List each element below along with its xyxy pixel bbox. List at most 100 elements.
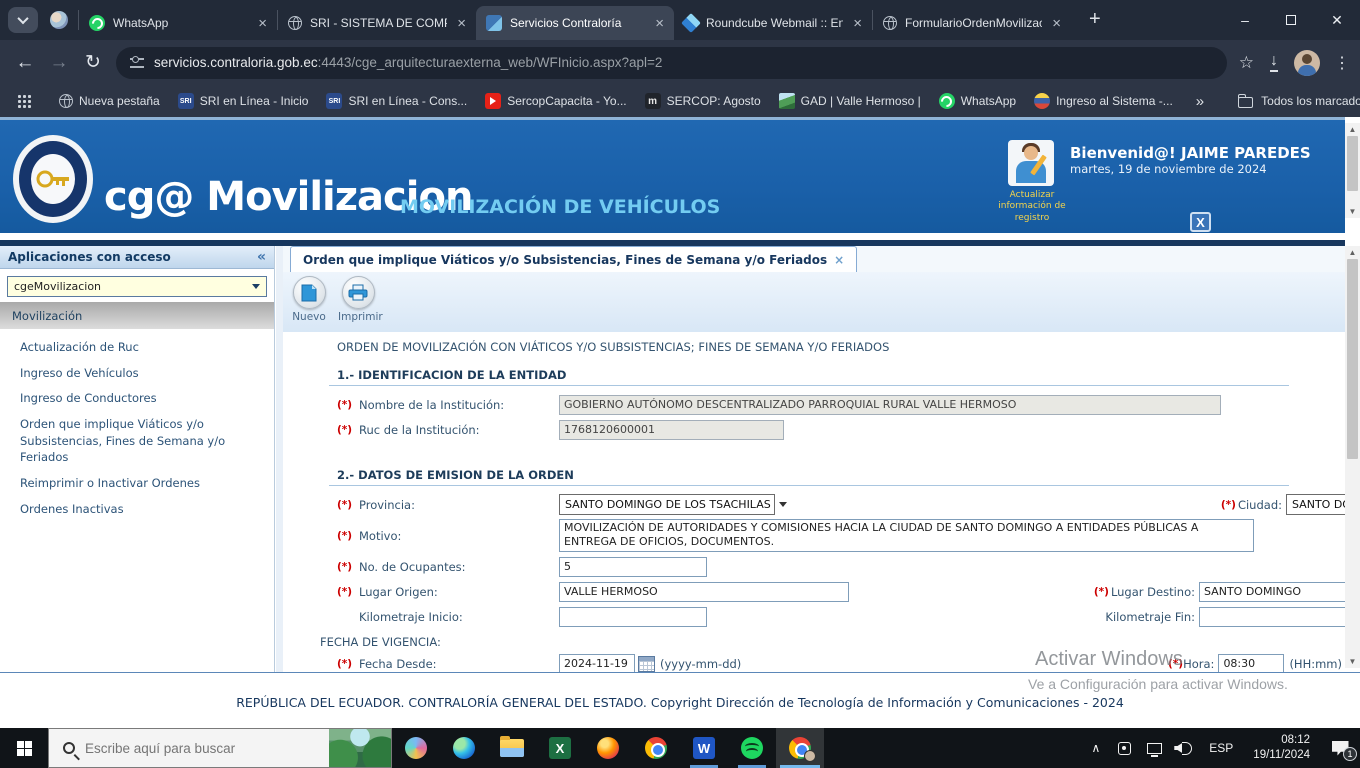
sidebar-collapse-icon[interactable]: « bbox=[257, 249, 266, 265]
content-scrollbar[interactable]: ▲ ▼ bbox=[1345, 246, 1360, 668]
taskbar-spotify-button[interactable] bbox=[728, 728, 776, 768]
taskbar-clock[interactable]: 08:12 19/11/2024 bbox=[1243, 733, 1320, 763]
sidebar-item-reimprimir-ordenes[interactable]: Reimprimir o Inactivar Ordenes bbox=[20, 475, 262, 492]
bookmark-sri-consultas[interactable]: SRI SRI en Línea - Cons... bbox=[326, 93, 467, 109]
taskbar-explorer-button[interactable] bbox=[488, 728, 536, 768]
address-bar[interactable]: servicios.contraloria.gob.ec :4443/cge_a… bbox=[116, 46, 1227, 79]
taskbar-excel-button[interactable]: X bbox=[536, 728, 584, 768]
site-info-icon[interactable] bbox=[130, 55, 144, 68]
row-motivo: (*) Motivo: MOVILIZACIÓN DE AUTORIDADES … bbox=[337, 519, 1337, 552]
window-close-button[interactable]: ✕ bbox=[1314, 0, 1360, 40]
tab-search-button[interactable] bbox=[8, 7, 38, 33]
browser-menu-icon[interactable]: ⋮ bbox=[1334, 53, 1350, 73]
nuevo-button[interactable]: Nuevo bbox=[289, 276, 329, 323]
tray-expand-chevron[interactable]: ∧ bbox=[1082, 741, 1109, 755]
tab-formulario[interactable]: FormularioOrdenMovilizac × bbox=[873, 6, 1071, 40]
application-select-value: cgeMovilizacion bbox=[14, 280, 102, 293]
ocupantes-input[interactable] bbox=[559, 556, 707, 577]
scroll-down-icon[interactable]: ▼ bbox=[1349, 655, 1357, 668]
taskbar-chrome-button[interactable] bbox=[632, 728, 680, 768]
taskbar-firefox-button[interactable] bbox=[584, 728, 632, 768]
tab-close-icon[interactable]: × bbox=[653, 16, 666, 31]
content-tab-close-icon[interactable]: × bbox=[834, 253, 844, 267]
required-marker: (*) bbox=[337, 498, 353, 511]
application-select[interactable]: cgeMovilizacion bbox=[7, 276, 267, 297]
imprimir-button[interactable]: Imprimir bbox=[338, 276, 383, 323]
taskbar-search-input[interactable] bbox=[85, 740, 295, 756]
tab-close-icon[interactable]: × bbox=[256, 16, 269, 31]
bookmark-sri-inicio[interactable]: SRI SRI en Línea - Inicio bbox=[177, 93, 308, 109]
km-inicio-input[interactable] bbox=[559, 606, 707, 627]
sidebar-item-ingreso-conductores[interactable]: Ingreso de Conductores bbox=[20, 390, 262, 407]
volume-icon[interactable] bbox=[1169, 728, 1199, 768]
bookmark-nueva-pestana[interactable]: Nueva pestaña bbox=[59, 94, 160, 108]
scroll-down-icon[interactable]: ▼ bbox=[1349, 205, 1357, 218]
provincia-select[interactable]: SANTO DOMINGO DE LOS TSACHILAS bbox=[559, 494, 787, 515]
header-scrollbar[interactable]: ▲ ▼ bbox=[1345, 123, 1360, 218]
sidebar-item-orden-viaticos[interactable]: Orden que implique Viáticos y/o Subsiste… bbox=[20, 416, 262, 466]
calendar-icon[interactable] bbox=[638, 655, 655, 672]
motivo-textarea[interactable]: MOVILIZACIÓN DE AUTORIDADES Y COMISIONES… bbox=[559, 519, 1254, 552]
tray-app-icon[interactable] bbox=[1109, 728, 1139, 768]
bookmark-ingreso-sistema[interactable]: Ingreso al Sistema -... bbox=[1034, 93, 1173, 109]
taskbar-search[interactable] bbox=[48, 728, 392, 768]
forward-button[interactable]: → bbox=[42, 52, 76, 74]
lugar-destino-input[interactable] bbox=[1199, 581, 1360, 602]
back-button[interactable]: ← bbox=[8, 52, 42, 74]
bookmark-star-icon[interactable]: ☆ bbox=[1239, 53, 1254, 73]
tab-roundcube[interactable]: Roundcube Webmail :: Ent × bbox=[674, 6, 872, 40]
sidebar-item-ingreso-vehiculos[interactable]: Ingreso de Vehículos bbox=[20, 365, 262, 382]
url-path: :4443/cge_arquitecturaexterna_web/WFInic… bbox=[317, 55, 663, 70]
window-minimize-button[interactable]: – bbox=[1222, 0, 1268, 40]
taskbar-word-button[interactable]: W bbox=[680, 728, 728, 768]
scroll-up-icon[interactable]: ▲ bbox=[1349, 246, 1357, 259]
hora-desde-input[interactable] bbox=[1218, 653, 1285, 674]
tab-whatsapp[interactable]: WhatsApp × bbox=[79, 6, 277, 40]
content-tab-orden[interactable]: Orden que implique Viáticos y/o Subsiste… bbox=[290, 246, 858, 272]
nombre-institucion-input[interactable] bbox=[559, 394, 1221, 415]
sidebar-item-ordenes-inactivas[interactable]: Ordenes Inactivas bbox=[20, 501, 262, 518]
header-date: martes, 19 de noviembre de 2024 bbox=[1070, 162, 1267, 176]
sidebar-item-actualizacion-ruc[interactable]: Actualización de Ruc bbox=[20, 339, 262, 356]
sercop-icon: m bbox=[644, 93, 661, 109]
ruc-institucion-input[interactable] bbox=[559, 419, 784, 440]
logout-close-button[interactable]: X bbox=[1190, 212, 1211, 232]
scroll-up-icon[interactable]: ▲ bbox=[1349, 123, 1357, 136]
taskbar-copilot-button[interactable] bbox=[392, 728, 440, 768]
bookmark-gad-valle-hermoso[interactable]: GAD | Valle Hermoso | bbox=[778, 93, 921, 109]
update-registry-link[interactable]: Actualizar información de registro bbox=[996, 190, 1068, 224]
start-button[interactable] bbox=[0, 728, 48, 768]
new-tab-button[interactable]: + bbox=[1081, 8, 1109, 31]
lugar-origen-input[interactable] bbox=[559, 581, 849, 602]
bookmarks-overflow-chevron[interactable]: » bbox=[1196, 93, 1204, 110]
bookmark-whatsapp[interactable]: WhatsApp bbox=[938, 93, 1016, 109]
pinned-tab-favicon[interactable] bbox=[50, 11, 68, 29]
tab-close-icon[interactable]: × bbox=[1050, 16, 1063, 31]
window-maximize-button[interactable] bbox=[1268, 0, 1314, 40]
all-bookmarks-button[interactable]: Todos los marcadores bbox=[1238, 93, 1360, 108]
sidebar-splitter[interactable] bbox=[276, 246, 283, 672]
user-avatar[interactable] bbox=[1008, 140, 1054, 186]
search-highlight-image[interactable] bbox=[329, 729, 391, 767]
globe-icon bbox=[59, 94, 73, 108]
notification-center-button[interactable]: 1 bbox=[1320, 728, 1360, 768]
tab-close-icon[interactable]: × bbox=[455, 16, 468, 31]
taskbar-edge-button[interactable] bbox=[440, 728, 488, 768]
scrollbar-thumb[interactable] bbox=[1347, 136, 1358, 191]
reload-button[interactable]: ↻ bbox=[76, 51, 110, 74]
network-icon[interactable] bbox=[1139, 728, 1169, 768]
tab-close-icon[interactable]: × bbox=[851, 16, 864, 31]
bookmark-sercop-agosto[interactable]: m SERCOP: Agosto bbox=[644, 93, 761, 109]
scrollbar-thumb[interactable] bbox=[1347, 259, 1358, 459]
language-indicator[interactable]: ESP bbox=[1199, 741, 1243, 755]
tab-servicios-contraloria[interactable]: Servicios Contraloría × bbox=[476, 6, 674, 40]
downloads-icon[interactable]: ↓ bbox=[1270, 53, 1278, 72]
km-fin-input[interactable] bbox=[1199, 606, 1349, 627]
tab-sri[interactable]: SRI - SISTEMA DE COMPRO × bbox=[278, 6, 476, 40]
fecha-desde-input[interactable] bbox=[559, 653, 635, 674]
profile-avatar[interactable] bbox=[1294, 49, 1320, 76]
sidebar-group-movilizacion[interactable]: Movilización bbox=[0, 302, 274, 329]
taskbar-chrome-active-button[interactable] bbox=[776, 728, 824, 768]
bookmark-sercopcapacita[interactable]: SercopCapacita - Yo... bbox=[485, 93, 627, 109]
windows-taskbar: X W ∧ ESP 08:12 19/11/2024 1 bbox=[0, 728, 1360, 768]
